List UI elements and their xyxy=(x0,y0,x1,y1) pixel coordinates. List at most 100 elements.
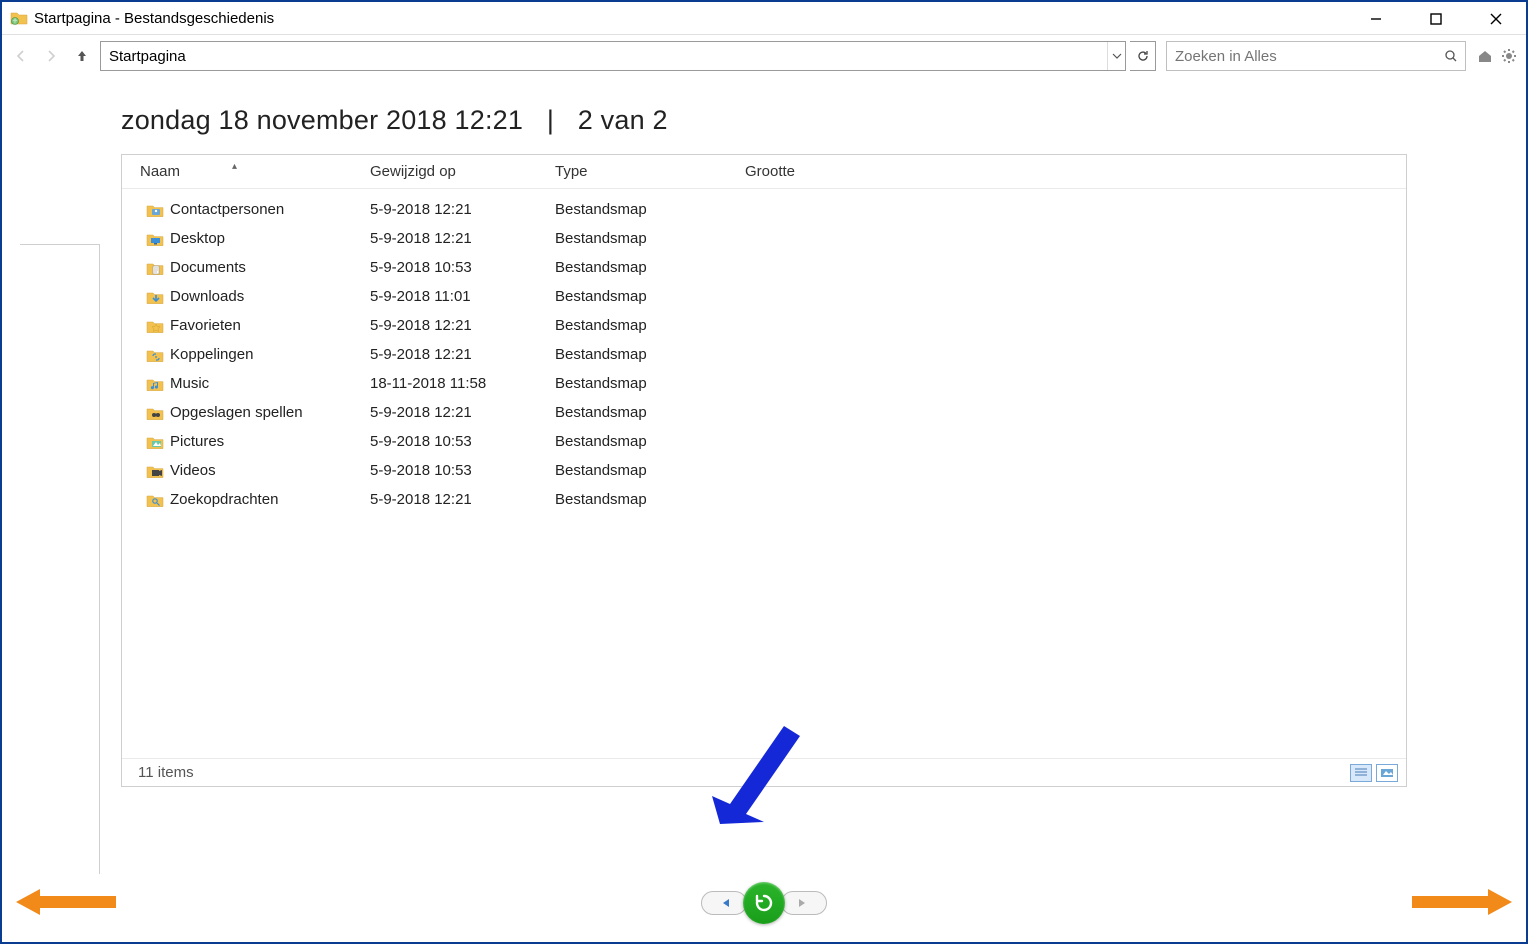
item-name: Contactpersonen xyxy=(170,201,284,218)
item-modified: 5-9-2018 11:01 xyxy=(352,288,537,305)
item-modified: 5-9-2018 12:21 xyxy=(352,346,537,363)
folder-videos-icon xyxy=(146,463,164,479)
window-controls xyxy=(1346,2,1526,35)
item-name: Videos xyxy=(170,462,216,479)
column-headers: Naam▴ Gewijzigd op Type Grootte xyxy=(122,155,1406,189)
item-modified: 5-9-2018 12:21 xyxy=(352,404,537,421)
folder-contacts-icon xyxy=(146,202,164,218)
folder-pictures-icon xyxy=(146,434,164,450)
folder-favorites-icon xyxy=(146,318,164,334)
table-row[interactable]: Zoekopdrachten 5-9-2018 12:21Bestandsmap xyxy=(122,485,1406,514)
home-icon[interactable] xyxy=(1474,45,1496,67)
annotation-arrow-left xyxy=(16,887,116,917)
toolbar-extra-icons xyxy=(1474,45,1520,67)
forward-button[interactable] xyxy=(38,43,64,69)
item-type: Bestandsmap xyxy=(537,317,727,334)
item-modified: 5-9-2018 10:53 xyxy=(352,433,537,450)
item-name: Koppelingen xyxy=(170,346,253,363)
folder-documents-icon xyxy=(146,260,164,276)
item-modified: 5-9-2018 12:21 xyxy=(352,201,537,218)
next-version-button[interactable] xyxy=(781,891,827,915)
titlebar: Startpagina - Bestandsgeschiedenis xyxy=(2,2,1526,35)
search-input[interactable] xyxy=(1167,44,1437,69)
header-size[interactable]: Grootte xyxy=(727,163,847,180)
table-row[interactable]: Documents 5-9-2018 10:53Bestandsmap xyxy=(122,253,1406,282)
table-row[interactable]: Music 18-11-2018 11:58Bestandsmap xyxy=(122,369,1406,398)
maximize-button[interactable] xyxy=(1406,2,1466,35)
sort-indicator-icon: ▴ xyxy=(232,161,237,172)
restore-button[interactable] xyxy=(743,882,785,924)
item-name: Music xyxy=(170,375,209,392)
details-view-button[interactable] xyxy=(1350,764,1372,782)
window-title: Startpagina - Bestandsgeschiedenis xyxy=(34,10,274,27)
up-button[interactable] xyxy=(72,46,92,66)
table-row[interactable]: Downloads 5-9-2018 11:01Bestandsmap xyxy=(122,282,1406,311)
item-type: Bestandsmap xyxy=(537,491,727,508)
snapshot-position: 2 van 2 xyxy=(578,105,668,135)
table-row[interactable]: Koppelingen 5-9-2018 12:21Bestandsmap xyxy=(122,340,1406,369)
refresh-button[interactable] xyxy=(1130,41,1156,71)
item-modified: 18-11-2018 11:58 xyxy=(352,375,537,392)
item-modified: 5-9-2018 10:53 xyxy=(352,259,537,276)
search-icon[interactable] xyxy=(1437,49,1465,63)
address-bar xyxy=(100,41,1126,71)
folder-music-icon xyxy=(146,376,164,392)
item-name: Documents xyxy=(170,259,246,276)
item-modified: 5-9-2018 12:21 xyxy=(352,491,537,508)
folder-desktop-icon xyxy=(146,231,164,247)
previous-version-button[interactable] xyxy=(701,891,747,915)
item-modified: 5-9-2018 12:21 xyxy=(352,317,537,334)
folder-searches-icon xyxy=(146,492,164,508)
close-button[interactable] xyxy=(1466,2,1526,35)
app-icon xyxy=(10,9,28,27)
item-type: Bestandsmap xyxy=(537,201,727,218)
item-type: Bestandsmap xyxy=(537,375,727,392)
item-type: Bestandsmap xyxy=(537,462,727,479)
item-type: Bestandsmap xyxy=(537,288,727,305)
address-input[interactable] xyxy=(101,44,1107,69)
search-box xyxy=(1166,41,1466,71)
annotation-arrow-blue xyxy=(712,712,802,832)
back-button[interactable] xyxy=(8,43,34,69)
folder-downloads-icon xyxy=(146,289,164,305)
toolbar xyxy=(2,35,1526,77)
folder-links-icon xyxy=(146,347,164,363)
table-row[interactable]: Favorieten 5-9-2018 12:21Bestandsmap xyxy=(122,311,1406,340)
item-type: Bestandsmap xyxy=(537,230,727,247)
header-type[interactable]: Type xyxy=(537,163,727,180)
annotation-arrow-right xyxy=(1412,887,1512,917)
item-type: Bestandsmap xyxy=(537,404,727,421)
item-type: Bestandsmap xyxy=(537,433,727,450)
version-nav-cluster xyxy=(701,882,827,924)
table-row[interactable]: Opgeslagen spellen 5-9-2018 12:21Bestands… xyxy=(122,398,1406,427)
item-name: Opgeslagen spellen xyxy=(170,404,303,421)
item-name: Desktop xyxy=(170,230,225,247)
file-panel: Naam▴ Gewijzigd op Type Grootte Contactp… xyxy=(121,154,1407,787)
item-name: Zoekopdrachten xyxy=(170,491,278,508)
header-name[interactable]: Naam▴ xyxy=(122,163,352,180)
item-type: Bestandsmap xyxy=(537,346,727,363)
minimize-button[interactable] xyxy=(1346,2,1406,35)
file-rows: Contactpersonen5-9-2018 12:21Bestandsmap… xyxy=(122,189,1406,514)
item-name: Favorieten xyxy=(170,317,241,334)
item-name: Pictures xyxy=(170,433,224,450)
snapshot-heading: zondag 18 november 2018 12:21 | 2 van 2 xyxy=(121,105,1517,136)
table-row[interactable]: Videos 5-9-2018 10:53Bestandsmap xyxy=(122,456,1406,485)
table-row[interactable]: Contactpersonen 5-9-2018 12:21Bestandsmap xyxy=(122,195,1406,224)
table-row[interactable]: Pictures 5-9-2018 10:53Bestandsmap xyxy=(122,427,1406,456)
bottom-bar xyxy=(8,872,1520,934)
thumbnails-view-button[interactable] xyxy=(1376,764,1398,782)
address-dropdown-icon[interactable] xyxy=(1107,42,1125,70)
sidebar-fragment xyxy=(20,244,100,874)
view-toggles xyxy=(1350,764,1406,782)
gear-icon[interactable] xyxy=(1498,45,1520,67)
item-type: Bestandsmap xyxy=(537,259,727,276)
item-name: Downloads xyxy=(170,288,244,305)
header-modified[interactable]: Gewijzigd op xyxy=(352,163,537,180)
table-row[interactable]: Desktop5-9-2018 12:21Bestandsmap xyxy=(122,224,1406,253)
heading-separator: | xyxy=(547,105,554,135)
snapshot-date: zondag 18 november 2018 12:21 xyxy=(121,105,523,135)
folder-savedgames-icon xyxy=(146,405,164,421)
item-modified: 5-9-2018 10:53 xyxy=(352,462,537,479)
item-count: 11 items xyxy=(138,764,194,781)
